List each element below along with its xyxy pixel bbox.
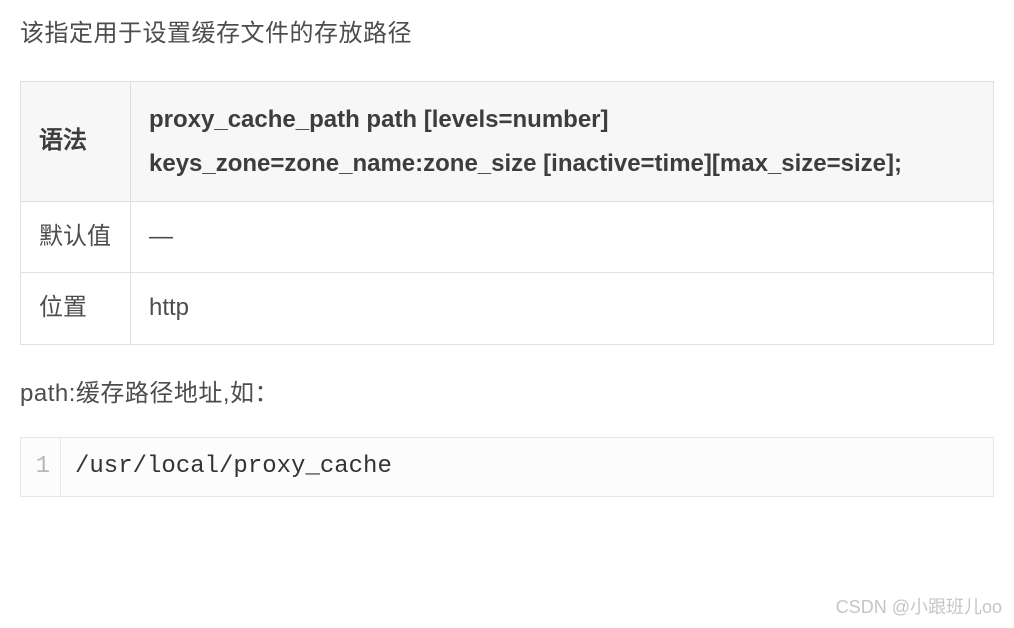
code-content: /usr/local/proxy_cache (61, 438, 993, 496)
row-value-syntax: proxy_cache_path path [levels=number] ke… (131, 82, 994, 201)
code-block: 1 /usr/local/proxy_cache (20, 437, 994, 497)
row-label-syntax: 语法 (21, 82, 131, 201)
table-row: 位置 http (21, 273, 994, 344)
syntax-table: 语法 proxy_cache_path path [levels=number]… (20, 81, 994, 344)
table-row: 默认值 — (21, 201, 994, 272)
row-label-default: 默认值 (21, 201, 131, 272)
row-label-location: 位置 (21, 273, 131, 344)
watermark: CSDN @小跟班儿oo (836, 593, 1002, 622)
row-value-default: — (131, 201, 994, 272)
row-value-location: http (131, 273, 994, 344)
code-line-number: 1 (21, 438, 61, 496)
intro-paragraph: 该指定用于设置缓存文件的存放路径 (20, 15, 994, 53)
table-row: 语法 proxy_cache_path path [levels=number]… (21, 82, 994, 201)
note-paragraph: path:缓存路径地址,如： (20, 375, 994, 413)
